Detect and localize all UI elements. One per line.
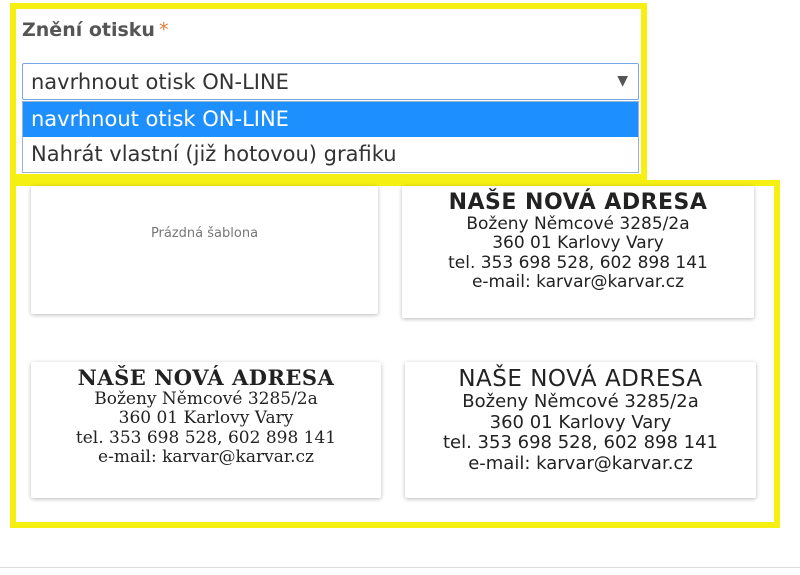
stamp-line-street: Boženy Němcové 3285/2a xyxy=(462,391,699,413)
field-label-text: Znění otisku xyxy=(22,19,155,41)
option-upload-graphic[interactable]: Nahrát vlastní (již hotovou) grafiku xyxy=(23,137,638,172)
caret-down-icon[interactable]: ▼ xyxy=(617,73,628,89)
stamp-preview: NAŠE NOVÁ ADRESA Boženy Němcové 3285/2a … xyxy=(31,362,381,467)
stamp-line-city: 360 01 Karlovy Vary xyxy=(118,408,294,429)
stamp-line-email: e-mail: karvar@karvar.cz xyxy=(471,272,685,293)
template-card-2[interactable]: NAŠE NOVÁ ADRESA Boženy Němcové 3285/2a … xyxy=(402,186,754,318)
stamp-line-email: e-mail: karvar@karvar.cz xyxy=(468,452,693,474)
stamp-heading: NAŠE NOVÁ ADRESA xyxy=(77,365,335,390)
stamp-line-street: Boženy Němcové 3285/2a xyxy=(94,388,318,409)
template-card-4[interactable]: NAŠE NOVÁ ADRESA Boženy Němcové 3285/2a … xyxy=(405,362,756,498)
stamp-heading: NAŠE NOVÁ ADRESA xyxy=(458,366,703,392)
required-asterisk: * xyxy=(158,19,169,41)
stamp-line-phone: tel. 353 698 528, 602 898 141 xyxy=(442,432,719,454)
stamp-line-phone: tel. 353 698 528, 602 898 141 xyxy=(75,427,337,448)
stamp-line-email: e-mail: karvar@karvar.cz xyxy=(98,447,314,468)
select-value: navrhnout otisk ON-LINE xyxy=(31,70,289,94)
blank-template-label: Prázdná šablona xyxy=(150,226,259,241)
stamp-text-select[interactable]: navrhnout otisk ON-LINE ▼ xyxy=(22,63,639,100)
divider xyxy=(0,567,800,568)
stamp-preview: NAŠE NOVÁ ADRESA Boženy Němcové 3285/2a … xyxy=(402,186,754,293)
field-label: Znění otisku * xyxy=(22,19,168,41)
stamp-preview: NAŠE NOVÁ ADRESA Boženy Němcové 3285/2a … xyxy=(405,362,756,474)
stamp-line-city: 360 01 Karlovy Vary xyxy=(489,411,672,433)
select-options-list: navrhnout otisk ON-LINE Nahrát vlastní (… xyxy=(22,101,639,173)
template-card-3[interactable]: NAŠE NOVÁ ADRESA Boženy Němcové 3285/2a … xyxy=(31,362,381,498)
stamp-line-city: 360 01 Karlovy Vary xyxy=(492,233,664,254)
stamp-line-street: Boženy Němcové 3285/2a xyxy=(466,214,690,235)
stamp-heading: NAŠE NOVÁ ADRESA xyxy=(448,190,708,215)
stamp-line-phone: tel. 353 698 528, 602 898 141 xyxy=(448,252,708,273)
template-card-blank[interactable]: Prázdná šablona xyxy=(31,186,378,314)
option-design-online[interactable]: navrhnout otisk ON-LINE xyxy=(23,102,638,137)
